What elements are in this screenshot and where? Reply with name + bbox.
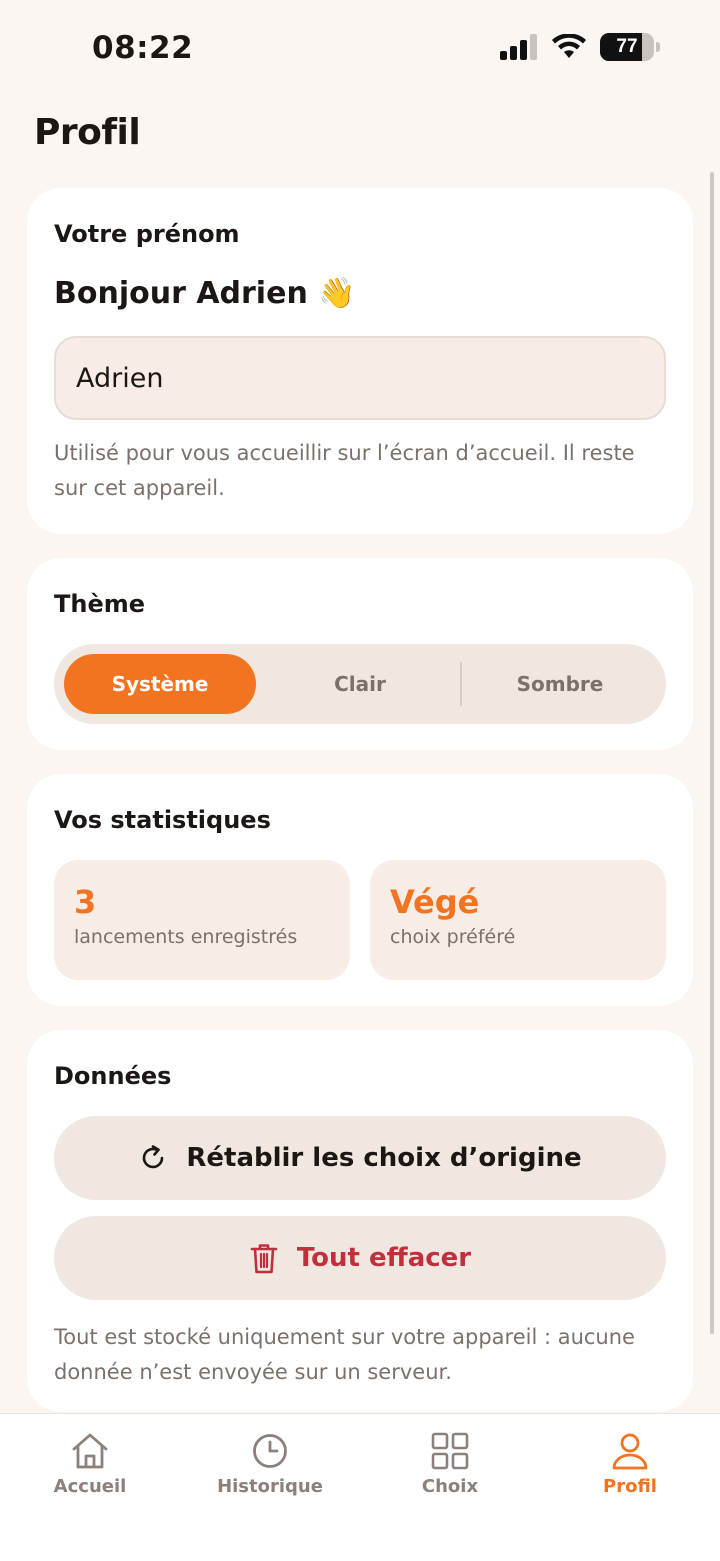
reset-choices-label: Rétablir les choix d’origine [186,1143,582,1173]
name-card-title: Votre prénom [54,220,240,248]
battery-level: 77 [616,36,638,57]
name-card: Votre prénom Bonjour Adrien 👋 Utilisé po… [27,188,693,534]
theme-option-dark[interactable]: Sombre [464,654,656,714]
tab-home[interactable]: Accueil [0,1432,180,1522]
battery-tip [656,42,660,52]
theme-option-system[interactable]: Système [64,654,256,714]
theme-card-title: Thème [54,590,146,618]
tab-label: Historique [217,1476,323,1497]
data-card: Données Rétablir les choix d’origine Tou… [27,1030,693,1412]
trash-icon [250,1244,278,1274]
clear-all-label: Tout effacer [296,1243,472,1273]
data-card-title: Données [54,1062,172,1090]
name-helper-text: Utilisé pour vous accueillir sur l’écran… [54,441,635,500]
tab-label: Profil [603,1476,657,1497]
clock-icon [253,1434,287,1468]
stat-tile-favorite: Végé choix préféré [370,860,666,980]
refresh-icon [143,1145,164,1169]
stat-tile-launches: 3 lancements enregistrés [54,860,350,980]
theme-card: Thème Système Clair Sombre [27,558,693,750]
stats-card: Vos statistiques 3 lancements enregistré… [27,774,693,1006]
status-icons: 77 [500,33,660,61]
status-bar: 08:22 77 [0,0,720,100]
user-icon [612,1433,648,1470]
wifi-icon [552,34,586,58]
clear-all-button[interactable]: Tout effacer [54,1216,666,1300]
battery-icon: 77 [600,33,654,61]
tab-profile[interactable]: Profil [540,1432,720,1522]
tab-choices[interactable]: Choix [360,1432,540,1522]
greeting: Bonjour Adrien 👋 [54,276,356,311]
status-time: 08:22 [92,30,194,66]
stat-value: Végé [390,883,480,921]
theme-option-light[interactable]: Clair [264,654,456,714]
stat-value: 3 [74,883,97,921]
tab-history[interactable]: Historique [180,1432,360,1522]
page-title: Profil [34,112,141,153]
first-name-input[interactable] [54,336,666,420]
cellular-signal-icon [500,34,537,60]
greeting-text: Bonjour Adrien [54,276,308,311]
tab-label: Choix [421,1476,479,1497]
data-footnote: Tout est stocké uniquement sur votre app… [54,1325,635,1384]
tab-bar: Accueil Historique Choix Profil [0,1413,720,1561]
grid-icon [431,1432,469,1470]
stat-label: choix préféré [390,926,516,948]
waving-hand-icon: 👋 [318,276,356,311]
stat-label: lancements enregistrés [74,926,298,948]
tab-label: Accueil [53,1476,127,1497]
segment-divider [460,662,462,706]
scrollbar[interactable] [710,172,714,1334]
stats-card-title: Vos statistiques [54,806,271,834]
reset-choices-button[interactable]: Rétablir les choix d’origine [54,1116,666,1200]
home-icon [72,1433,108,1469]
theme-segmented-control: Système Clair Sombre [54,644,666,724]
